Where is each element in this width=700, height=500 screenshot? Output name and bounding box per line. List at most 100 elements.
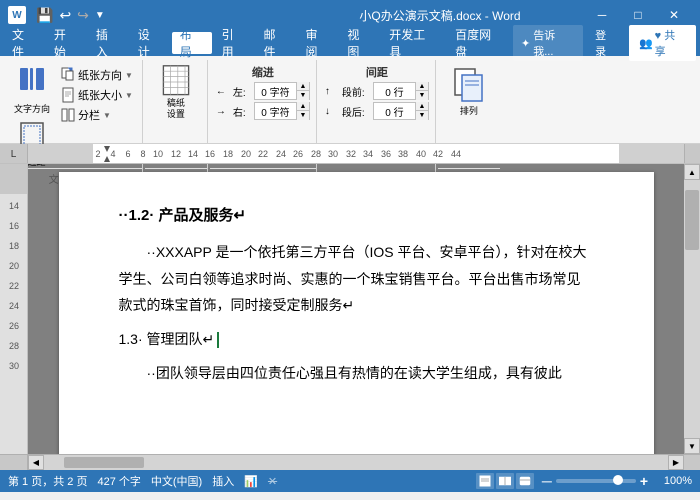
indent-right-up[interactable]: ▲ — [297, 102, 309, 111]
paper-size-arrow: ▼ — [125, 91, 133, 100]
paragraph-1: ··XXXAPP 是一个依托第三方平台（IOS 平台、安卓平台），针对在校大学生… — [119, 239, 594, 319]
text-cursor — [217, 332, 219, 348]
zoom-slider[interactable]: ─ + — [542, 473, 648, 489]
view-print-button[interactable] — [476, 473, 494, 489]
paragraph-2: ··团队领导层由四位责任心强且有热情的在读大学生组成，具有彼此 — [119, 360, 594, 387]
indent-left-down[interactable]: ▼ — [297, 91, 309, 100]
indent-right-down[interactable]: ▼ — [297, 111, 309, 120]
indent-marker-top — [104, 146, 110, 152]
columns-arrow: ▼ — [103, 111, 111, 120]
text-direction-button[interactable]: 文字方向 — [10, 62, 54, 116]
menu-insert[interactable]: 插入 — [88, 32, 128, 54]
scroll-track[interactable] — [684, 180, 700, 438]
spacing-before-up[interactable]: ▲ — [416, 82, 428, 91]
search-icon: ✦ — [521, 37, 530, 50]
quick-access-toolbar: 💾 ↩ ↪ ▼ — [34, 7, 107, 24]
spacing-after-down[interactable]: ▼ — [416, 111, 428, 120]
spacing-before-row: ↑ 段前: 0 行 ▲ ▼ — [325, 82, 429, 100]
zoom-level-label[interactable]: 100% — [656, 475, 692, 487]
hscroll-track[interactable] — [44, 455, 668, 470]
ribbon-group-arrange: 排列 排列 — [438, 60, 500, 188]
svg-text:12: 12 — [171, 149, 181, 159]
columns-button[interactable]: 分栏 ▼ — [58, 106, 136, 124]
spacing-after-spinbox[interactable]: 0 行 ▲ ▼ — [373, 102, 429, 120]
svg-text:16: 16 — [205, 149, 215, 159]
paragraph-2-text: ··团队领导层由四位责任心强且有热情的在读大学生组成，具有彼此 — [147, 365, 562, 381]
spacing-after-up[interactable]: ▲ — [416, 102, 428, 111]
zoom-track[interactable] — [556, 479, 636, 483]
indent-title: 缩进 — [252, 62, 274, 80]
menu-file[interactable]: 文件 — [4, 32, 44, 54]
manuscript-icon — [160, 64, 192, 96]
menu-mailings[interactable]: 邮件 — [256, 32, 296, 54]
svg-text:38: 38 — [398, 149, 408, 159]
horizontal-ruler: L 2 4 6 8 10 12 14 16 18 20 22 24 26 28 — [0, 144, 700, 164]
spacing-before-down[interactable]: ▼ — [416, 91, 428, 100]
status-bar: 第 1 页，共 2 页 427 个字 中文(中国) 插入 📊 ✕ ─ + 100… — [0, 470, 700, 492]
vertical-scrollbar[interactable]: ▲ ▼ — [684, 164, 700, 454]
ruler-right-placeholder — [684, 144, 700, 163]
indent-left-label: 左: — [233, 84, 251, 99]
zoom-minus-button[interactable]: ─ — [542, 473, 552, 489]
menu-review[interactable]: 审阅 — [297, 32, 337, 54]
columns-label: 分栏 — [78, 107, 100, 123]
menu-developer[interactable]: 开发工具 — [381, 32, 445, 54]
ruler-ticks-svg: 2 4 6 8 10 12 14 16 18 20 22 24 26 28 30… — [28, 144, 684, 163]
manuscript-settings-button[interactable]: 稿纸设置 — [151, 62, 201, 122]
arrange-button[interactable]: 排列 — [444, 62, 494, 122]
spacing-before-spinbox[interactable]: 0 行 ▲ ▼ — [373, 82, 429, 100]
view-web-button[interactable] — [516, 473, 534, 489]
hscroll-right-button[interactable]: ▶ — [668, 455, 684, 470]
columns-icon — [61, 108, 75, 122]
svg-text:42: 42 — [433, 149, 443, 159]
page-orientation-button[interactable]: 纸张方向 ▼ — [58, 66, 136, 84]
indent-left-up[interactable]: ▲ — [297, 82, 309, 91]
ribbon: 文字方向 页边距 — [0, 56, 700, 144]
menu-home[interactable]: 开始 — [46, 32, 86, 54]
insert-mode[interactable]: 插入 — [212, 473, 234, 489]
indent-marker-bottom — [104, 156, 110, 162]
svg-text:20: 20 — [241, 149, 251, 159]
page-orientation-arrow: ▼ — [125, 71, 133, 80]
svg-text:28: 28 — [9, 341, 19, 351]
arrange-icon — [454, 68, 484, 102]
track-changes-icon[interactable]: 📊 — [244, 475, 258, 488]
save-icon[interactable]: 💾 — [34, 7, 55, 24]
spacing-before-value: 0 行 — [374, 84, 415, 99]
redo-icon[interactable]: ↪ — [75, 7, 91, 24]
menu-design[interactable]: 设计 — [130, 32, 170, 54]
menu-view[interactable]: 视图 — [339, 32, 379, 54]
indent-left-icon: ← — [216, 86, 230, 97]
hscroll-thumb[interactable] — [64, 457, 144, 468]
undo-icon[interactable]: ↩ — [57, 7, 73, 24]
view-read-button[interactable] — [496, 473, 514, 489]
svg-text:24: 24 — [276, 149, 286, 159]
svg-text:26: 26 — [9, 321, 19, 331]
document-scroll-area[interactable]: ··1.2· 产品及服务↵ ··XXXAPP 是一个依托第三方平台（IOS 平台… — [28, 164, 684, 454]
window-title: 小Q办公演示文稿.docx - Word — [296, 7, 584, 24]
svg-text:30: 30 — [9, 361, 19, 371]
scroll-down-button[interactable]: ▼ — [684, 438, 700, 454]
indent-right-spinbox[interactable]: 0 字符 ▲ ▼ — [254, 102, 310, 120]
indent-right-value: 0 字符 — [255, 104, 296, 119]
menu-layout[interactable]: 布局 — [172, 32, 212, 54]
error-check-icon[interactable]: ✕ — [268, 475, 277, 488]
paper-size-icon — [61, 87, 75, 103]
menu-baidu[interactable]: 百度网盘 — [447, 32, 511, 54]
ruler-corner-button[interactable]: L — [0, 144, 28, 164]
svg-text:24: 24 — [9, 301, 19, 311]
scroll-thumb[interactable] — [685, 190, 699, 250]
menu-references[interactable]: 引用 — [214, 32, 254, 54]
horizontal-scrollbar[interactable]: ◀ ▶ — [0, 454, 700, 470]
customize-icon[interactable]: ▼ — [93, 10, 107, 21]
svg-text:36: 36 — [381, 149, 391, 159]
scroll-up-button[interactable]: ▲ — [684, 164, 700, 180]
paper-size-button[interactable]: 纸张大小 ▼ — [58, 86, 136, 104]
heading-text: ·1.2· 产品及服务↵ — [124, 207, 247, 224]
spacing-after-value: 0 行 — [374, 104, 415, 119]
zoom-plus-button[interactable]: + — [640, 473, 648, 489]
svg-text:40: 40 — [416, 149, 426, 159]
zoom-thumb[interactable] — [613, 475, 623, 485]
indent-left-spinbox[interactable]: 0 字符 ▲ ▼ — [254, 82, 310, 100]
hscroll-left-button[interactable]: ◀ — [28, 455, 44, 470]
